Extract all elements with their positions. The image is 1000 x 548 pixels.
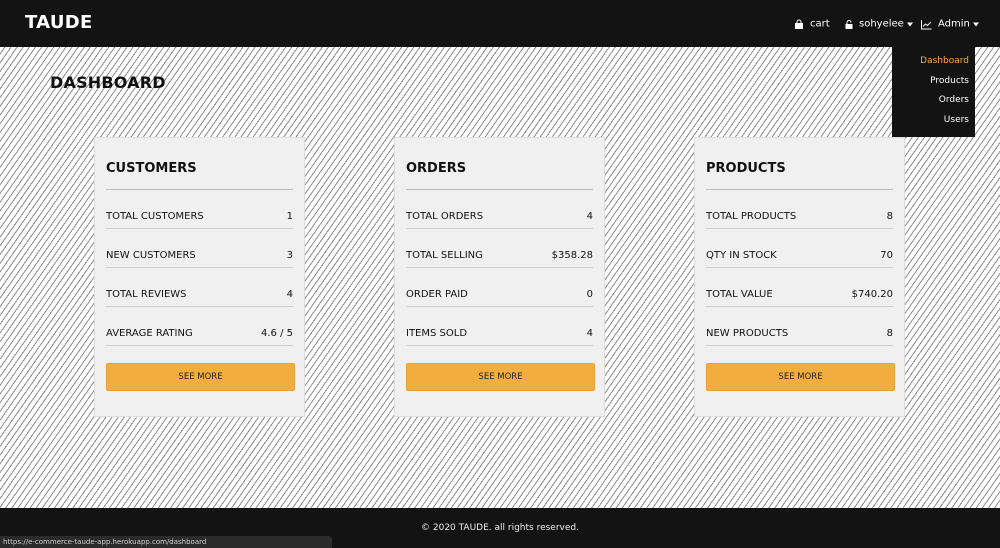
stat-value: 8: [886, 327, 893, 339]
stat-value: 3: [286, 249, 293, 261]
nav-admin-label: Admin: [938, 18, 970, 30]
stat-row: TOTAL REVIEWS 4: [106, 268, 293, 307]
card-title: CUSTOMERS: [106, 138, 293, 190]
stat-label: NEW PRODUCTS: [706, 327, 789, 339]
stat-label: ORDER PAID: [406, 288, 468, 300]
stat-label: QTY IN STOCK: [706, 249, 777, 261]
stat-label: TOTAL SELLING: [406, 249, 483, 261]
stat-value: 4: [586, 327, 593, 339]
nav-admin-menu[interactable]: Admin: [921, 19, 979, 30]
navbar: TAUDE cart sohyelee Admin: [0, 0, 1000, 47]
stat-value: 4: [286, 288, 293, 300]
customers-see-more-button[interactable]: SEE MORE: [106, 363, 295, 391]
stat-value: $740.20: [851, 288, 893, 300]
stat-label: ITEMS SOLD: [406, 327, 468, 339]
lock-icon: [845, 19, 853, 29]
admin-dropdown-menu: Dashboard Products Orders Users: [892, 47, 975, 137]
stat-label: TOTAL REVIEWS: [106, 288, 187, 300]
nav-cart-label: cart: [810, 18, 830, 30]
products-card: PRODUCTS TOTAL PRODUCTS 8 QTY IN STOCK 7…: [694, 137, 905, 417]
card-title: ORDERS: [406, 138, 593, 190]
stat-value: 4: [586, 210, 593, 222]
stat-value: 8: [886, 210, 893, 222]
main-content: DASHBOARD CUSTOMERS TOTAL CUSTOMERS 1 NE…: [0, 47, 1000, 508]
dropdown-item-dashboard[interactable]: Dashboard: [892, 54, 975, 74]
footer-copyright: © 2020 TAUDE. all rights reserved.: [421, 523, 579, 533]
nav-user-menu[interactable]: sohyelee: [845, 19, 913, 30]
stat-label: TOTAL CUSTOMERS: [106, 210, 204, 222]
dropdown-item-products[interactable]: Products: [892, 74, 975, 94]
stat-row: TOTAL ORDERS 4: [406, 190, 593, 229]
stat-row: NEW PRODUCTS 8: [706, 307, 893, 346]
stat-value: 4.6 / 5: [261, 327, 293, 339]
stat-row: TOTAL PRODUCTS 8: [706, 190, 893, 229]
orders-see-more-button[interactable]: SEE MORE: [406, 363, 595, 391]
stat-label: AVERAGE RATING: [106, 327, 193, 339]
stat-value: 70: [880, 249, 893, 261]
stat-value: 0: [586, 288, 593, 300]
stat-row: TOTAL CUSTOMERS 1: [106, 190, 293, 229]
caret-down-icon: [906, 22, 913, 26]
page-title: DASHBOARD: [50, 73, 166, 92]
brand-logo[interactable]: TAUDE: [25, 12, 93, 33]
stat-label: TOTAL VALUE: [706, 288, 773, 300]
nav-user-label: sohyelee: [859, 18, 904, 30]
stat-row: TOTAL VALUE $740.20: [706, 268, 893, 307]
stat-label: NEW CUSTOMERS: [106, 249, 196, 261]
stat-row: ITEMS SOLD 4: [406, 307, 593, 346]
customers-card: CUSTOMERS TOTAL CUSTOMERS 1 NEW CUSTOMER…: [94, 137, 305, 417]
stat-row: ORDER PAID 0: [406, 268, 593, 307]
stat-label: TOTAL PRODUCTS: [706, 210, 797, 222]
dropdown-item-orders[interactable]: Orders: [892, 93, 975, 113]
shopping-bag-icon: [795, 19, 803, 29]
card-title: PRODUCTS: [706, 138, 893, 190]
stat-row: QTY IN STOCK 70: [706, 229, 893, 268]
stat-row: AVERAGE RATING 4.6 / 5: [106, 307, 293, 346]
stat-row: TOTAL SELLING $358.28: [406, 229, 593, 268]
products-see-more-button[interactable]: SEE MORE: [706, 363, 895, 391]
caret-down-icon: [972, 22, 979, 26]
stat-value: 1: [286, 210, 293, 222]
stat-label: TOTAL ORDERS: [406, 210, 484, 222]
nav-cart[interactable]: cart: [794, 19, 830, 30]
stat-row: NEW CUSTOMERS 3: [106, 229, 293, 268]
stat-value: $358.28: [551, 249, 593, 261]
dropdown-item-users[interactable]: Users: [892, 113, 975, 133]
chart-line-icon: [921, 19, 932, 29]
orders-card: ORDERS TOTAL ORDERS 4 TOTAL SELLING $358…: [394, 137, 605, 417]
status-bar-url: https://e-commerce-taude-app.herokuapp.c…: [0, 536, 332, 548]
